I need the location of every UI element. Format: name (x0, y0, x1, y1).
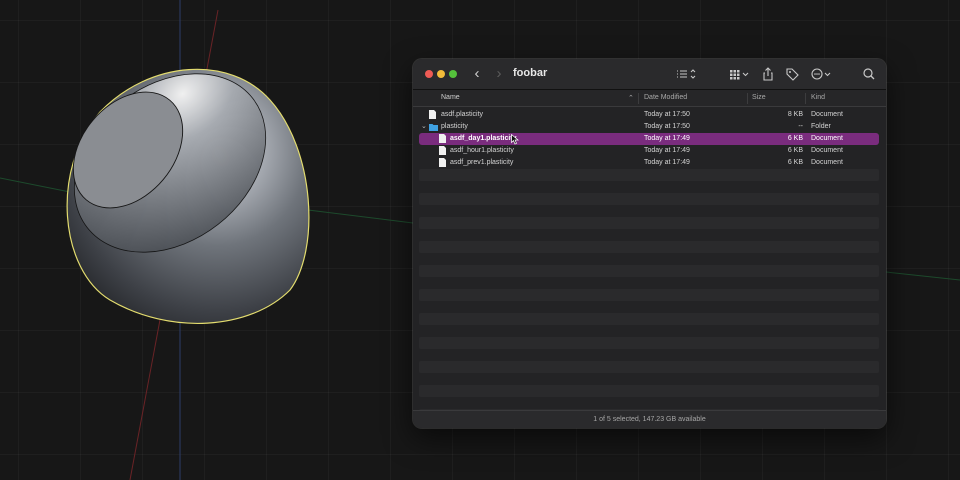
empty-row-stripe (419, 385, 879, 397)
column-kind[interactable]: Kind (811, 94, 825, 101)
file-name: asdf.plasticity (441, 111, 484, 118)
file-list[interactable]: asdf.plasticity Today at 17:50 8 KB Docu… (413, 109, 886, 421)
close-window-button[interactable] (425, 70, 433, 78)
column-name[interactable]: Name (441, 94, 460, 101)
empty-row-stripe (419, 217, 879, 229)
file-name: asdf_prev1.plasticity (450, 159, 514, 166)
finder-window[interactable]: ‹ › foobar Name ⌃ Date Modified Size Kin… (413, 59, 886, 428)
column-date-modified[interactable]: Date Modified (644, 94, 687, 101)
file-row[interactable]: asdf_hour1.plasticity Today at 17:49 6 K… (419, 145, 879, 157)
column-separator (747, 93, 748, 104)
document-icon (429, 110, 436, 119)
mouse-cursor-icon (511, 134, 519, 145)
file-row[interactable]: asdf_prev1.plasticity Today at 17:49 6 K… (419, 157, 879, 169)
column-header: Name ⌃ Date Modified Size Kind (413, 90, 886, 107)
empty-row-stripe (419, 241, 879, 253)
file-kind: Folder (811, 123, 831, 130)
disclosure-chevron-icon[interactable]: ⌄ (421, 122, 427, 130)
green-axis-far (885, 271, 960, 281)
document-icon (439, 134, 446, 143)
folder-row[interactable]: ⌄ plasticity Today at 17:50 -- Folder (419, 121, 879, 133)
file-date: Today at 17:50 (644, 111, 690, 118)
empty-row-stripe (419, 193, 879, 205)
file-name: asdf_hour1.plasticity (450, 147, 514, 154)
maximize-window-button[interactable] (449, 70, 457, 78)
empty-row-stripe (419, 361, 879, 373)
window-title: foobar (513, 67, 548, 79)
status-text: 1 of 5 selected, 147.23 GB available (593, 416, 706, 423)
empty-row-stripe (419, 265, 879, 277)
forward-icon[interactable]: › (491, 65, 507, 83)
search-icon[interactable] (861, 66, 877, 82)
share-icon[interactable] (760, 66, 776, 82)
file-name: asdf_day1.plasticity (450, 135, 517, 142)
back-icon[interactable]: ‹ (469, 65, 485, 83)
file-kind: Document (811, 159, 843, 166)
file-kind: Document (811, 135, 843, 142)
file-size: -- (798, 123, 803, 130)
file-name: plasticity (441, 123, 468, 130)
file-date: Today at 17:49 (644, 159, 690, 166)
more-icon[interactable] (810, 66, 834, 82)
minimize-window-button[interactable] (437, 70, 445, 78)
file-kind: Document (811, 111, 843, 118)
column-separator (805, 93, 806, 104)
file-row-selected[interactable]: asdf_day1.plasticity Today at 17:49 6 KB… (419, 133, 879, 145)
file-date: Today at 17:50 (644, 123, 690, 130)
sort-chevron-icon[interactable]: ⌃ (628, 94, 634, 102)
file-size: 6 KB (787, 147, 803, 154)
empty-row-stripe (419, 337, 879, 349)
toolbar: ‹ › foobar (413, 59, 886, 90)
list-view-icon[interactable] (675, 66, 699, 82)
file-size: 8 KB (787, 111, 803, 118)
green-axis-right (307, 209, 414, 224)
tag-icon[interactable] (784, 66, 800, 82)
file-date: Today at 17:49 (644, 147, 690, 154)
empty-row-stripe (419, 169, 879, 181)
file-row[interactable]: asdf.plasticity Today at 17:50 8 KB Docu… (419, 109, 879, 121)
document-icon (439, 146, 446, 155)
empty-row-stripe (419, 289, 879, 301)
column-separator (638, 93, 639, 104)
status-bar: 1 of 5 selected, 147.23 GB available (413, 410, 886, 428)
file-size: 6 KB (787, 135, 803, 142)
document-icon (439, 158, 446, 167)
file-size: 6 KB (787, 159, 803, 166)
column-size[interactable]: Size (752, 94, 766, 101)
grid-view-icon[interactable] (728, 66, 752, 82)
folder-icon (429, 124, 438, 131)
file-kind: Document (811, 147, 843, 154)
empty-row-stripe (419, 313, 879, 325)
file-date: Today at 17:49 (644, 135, 690, 142)
